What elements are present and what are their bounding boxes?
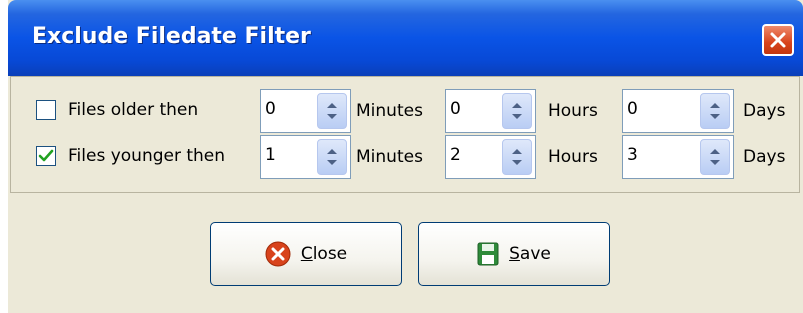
spin-up-down-icon[interactable] — [503, 94, 531, 128]
younger-days-value[interactable]: 3 — [627, 145, 638, 165]
spin-up-down-icon[interactable] — [318, 140, 346, 174]
close-button-label: Close — [300, 244, 348, 264]
younger-hours-spinner[interactable]: 2 — [445, 135, 536, 179]
spin-up-down-icon[interactable] — [701, 140, 729, 174]
younger-days-unit: Days — [743, 147, 786, 167]
filter-row-younger: Files younger then 1 Minutes 2 Hours 3 D… — [11, 135, 801, 179]
spin-arrows[interactable] — [700, 93, 730, 129]
floppy-disk-icon — [477, 242, 499, 266]
title-bar[interactable]: Exclude Filedate Filter — [8, 0, 803, 76]
older-checkbox[interactable] — [36, 100, 56, 120]
spin-arrows[interactable] — [700, 139, 730, 175]
older-days-unit: Days — [743, 101, 786, 121]
older-label: Files older then — [68, 100, 199, 120]
close-window-button[interactable] — [762, 24, 794, 56]
younger-label: Files younger then — [68, 146, 226, 166]
younger-minutes-unit: Minutes — [356, 147, 423, 167]
older-hours-unit: Hours — [548, 101, 598, 121]
checkmark-icon — [38, 149, 54, 162]
red-x-circle-icon — [265, 241, 291, 267]
younger-days-spinner[interactable]: 3 — [622, 135, 734, 179]
save-button-label: Save — [509, 244, 551, 264]
close-x-icon — [770, 32, 786, 48]
older-minutes-value[interactable]: 0 — [265, 99, 276, 119]
older-minutes-unit: Minutes — [356, 101, 423, 121]
close-button[interactable]: Close — [210, 222, 402, 286]
younger-checkbox[interactable] — [36, 146, 56, 166]
spin-arrows[interactable] — [502, 93, 532, 129]
dialog-content: Files older then 0 Minutes 0 Hours 0 Day… — [8, 76, 803, 313]
save-button[interactable]: Save — [418, 222, 610, 286]
spin-up-down-icon[interactable] — [701, 94, 729, 128]
window-title: Exclude Filedate Filter — [32, 24, 311, 49]
spin-up-down-icon[interactable] — [503, 140, 531, 174]
dialog-window: Exclude Filedate Filter Files older then… — [8, 0, 803, 313]
spin-arrows[interactable] — [317, 93, 347, 129]
younger-hours-unit: Hours — [548, 147, 598, 167]
older-days-value[interactable]: 0 — [627, 99, 638, 119]
spin-arrows[interactable] — [317, 139, 347, 175]
younger-hours-value[interactable]: 2 — [450, 145, 461, 165]
older-days-spinner[interactable]: 0 — [622, 89, 734, 133]
older-hours-spinner[interactable]: 0 — [445, 89, 536, 133]
spin-up-down-icon[interactable] — [318, 94, 346, 128]
older-hours-value[interactable]: 0 — [450, 99, 461, 119]
spin-arrows[interactable] — [502, 139, 532, 175]
younger-minutes-spinner[interactable]: 1 — [260, 135, 351, 179]
filter-row-older: Files older then 0 Minutes 0 Hours 0 Day… — [11, 89, 801, 133]
filter-group: Files older then 0 Minutes 0 Hours 0 Day… — [10, 76, 800, 193]
older-minutes-spinner[interactable]: 0 — [260, 89, 351, 133]
younger-minutes-value[interactable]: 1 — [265, 145, 276, 165]
